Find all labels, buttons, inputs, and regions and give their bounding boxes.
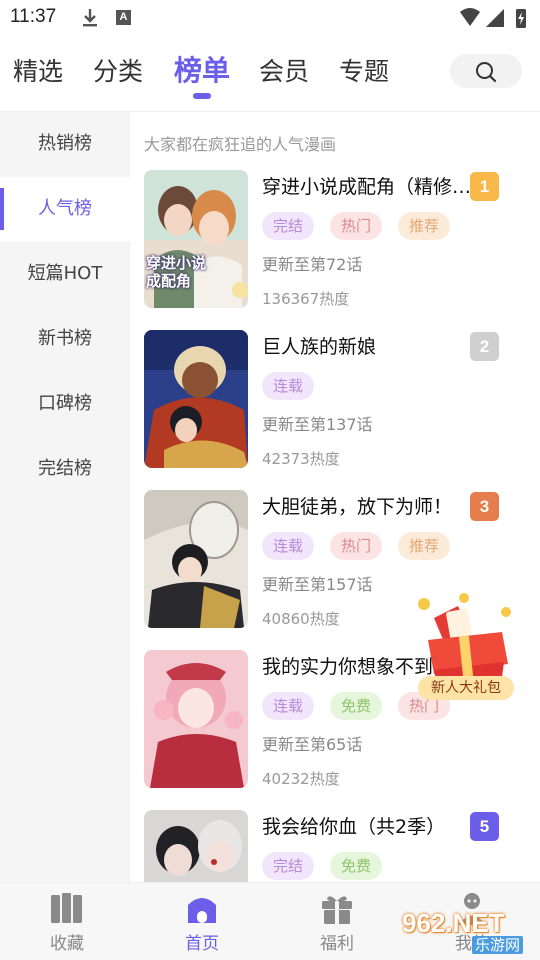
sidebar-active-bar xyxy=(0,188,4,230)
comic-cover xyxy=(144,330,248,468)
tag-list: 完结 热门 推荐 xyxy=(262,212,466,240)
gift-label: 新人大礼包 xyxy=(418,676,514,700)
sidebar-item-bestseller[interactable]: 热销榜 xyxy=(0,112,130,176)
rank-badge: 3 xyxy=(470,492,499,521)
comic-cover xyxy=(144,650,248,788)
nav-welfare[interactable]: 福利 xyxy=(287,883,387,960)
list-subtitle: 大家都在疯狂追的人气漫画 xyxy=(144,135,337,154)
update-status: 更新至第72话 xyxy=(262,255,363,274)
comic-title: 巨人族的新娘 xyxy=(262,336,377,358)
ranking-list: 大家都在疯狂追的人气漫画 穿进小说成配角 穿进小说成配角（精修版） 1 完结 热… xyxy=(130,112,540,882)
tag-list: 连载 xyxy=(262,372,330,400)
heat-count: 40860热度 xyxy=(262,610,340,628)
top-tab-bar: 精选 分类 榜单 会员 专题 xyxy=(0,36,540,112)
sidebar-item-completed[interactable]: 完结榜 xyxy=(0,437,130,501)
notification-a-icon: A xyxy=(116,10,131,25)
nav-label: 福利 xyxy=(320,934,354,954)
watermark-logo-text: 962.NET xyxy=(402,908,505,938)
site-watermark: 962.NET 乐游网 xyxy=(398,908,532,956)
update-status: 更新至第157话 xyxy=(262,575,373,594)
tag: 完结 xyxy=(262,852,315,880)
tag-list: 完结 免费 xyxy=(262,852,398,880)
signal-icon xyxy=(486,9,504,27)
nav-label: 首页 xyxy=(185,934,219,954)
tab-categories[interactable]: 分类 xyxy=(93,52,143,88)
list-item[interactable]: 穿进小说成配角 穿进小说成配角（精修版） 1 完结 热门 推荐 更新至第72话 … xyxy=(144,170,534,310)
tag: 热门 xyxy=(330,532,383,560)
tab-membership[interactable]: 会员 xyxy=(259,52,309,88)
bookshelf-icon xyxy=(51,893,82,923)
nav-home[interactable]: 首页 xyxy=(152,883,252,960)
search-button[interactable] xyxy=(450,54,522,88)
update-status: 更新至第65话 xyxy=(262,735,363,754)
tab-featured[interactable]: 精选 xyxy=(13,52,63,88)
comic-title: 大胆徒弟，放下为师！ xyxy=(262,496,453,518)
tag: 连载 xyxy=(262,372,315,400)
tag: 免费 xyxy=(330,852,383,880)
list-item[interactable]: 巨人族的新娘 2 连载 更新至第137话 42373热度 xyxy=(144,330,534,470)
status-indicators-icon xyxy=(460,8,526,28)
comic-cover xyxy=(144,490,248,628)
nav-label: 收藏 xyxy=(50,934,84,954)
wifi-icon xyxy=(460,8,480,26)
status-time: 11:37 xyxy=(10,6,57,27)
tag: 热门 xyxy=(330,212,383,240)
heat-count: 42373热度 xyxy=(262,450,340,468)
new-user-gift-button[interactable]: 新人大礼包 xyxy=(404,592,526,704)
active-tab-indicator xyxy=(193,93,211,99)
status-bar: 11:37 A xyxy=(0,0,540,36)
tag-list: 连载 热门 推荐 xyxy=(262,532,466,560)
search-icon xyxy=(476,62,497,83)
nav-favorites[interactable]: 收藏 xyxy=(17,883,117,960)
tag: 完结 xyxy=(262,212,315,240)
gift-icon xyxy=(322,896,352,924)
rank-badge: 2 xyxy=(470,332,499,361)
tag: 推荐 xyxy=(398,212,451,240)
comic-title: 我会给你血（共2季） xyxy=(262,816,446,838)
heat-count: 136367热度 xyxy=(262,290,350,308)
comic-cover: 穿进小说成配角 xyxy=(144,170,248,308)
tag: 免费 xyxy=(330,692,383,720)
sidebar-item-reputation[interactable]: 口碑榜 xyxy=(0,372,130,436)
download-icon xyxy=(83,9,97,27)
tab-rankings[interactable]: 榜单 xyxy=(174,49,230,89)
tag: 连载 xyxy=(262,532,315,560)
sidebar-item-label: 人气榜 xyxy=(38,198,92,219)
watermark-subtext: 乐游网 xyxy=(472,936,524,954)
tab-topics[interactable]: 专题 xyxy=(339,52,389,88)
comic-cover xyxy=(144,810,248,882)
sidebar-item-new-books[interactable]: 新书榜 xyxy=(0,307,130,371)
rank-badge: 1 xyxy=(470,172,499,201)
cover-title-text: 穿进小说成配角 xyxy=(146,254,207,290)
sidebar-item-short-hot[interactable]: 短篇HOT xyxy=(0,242,130,306)
tag: 推荐 xyxy=(398,532,451,560)
rank-badge: 5 xyxy=(470,812,499,841)
update-status: 更新至第137话 xyxy=(262,415,373,434)
comic-title: 穿进小说成配角（精修版） xyxy=(262,176,472,198)
sidebar-item-popular[interactable]: 人气榜 xyxy=(0,177,130,241)
home-icon xyxy=(188,898,216,923)
ranking-sidebar: 热销榜 人气榜 短篇HOT 新书榜 口碑榜 完结榜 xyxy=(0,112,130,882)
heat-count: 40232热度 xyxy=(262,770,340,788)
list-item[interactable]: 我会给你血（共2季） 5 完结 免费 xyxy=(144,810,534,882)
tag: 连载 xyxy=(262,692,315,720)
